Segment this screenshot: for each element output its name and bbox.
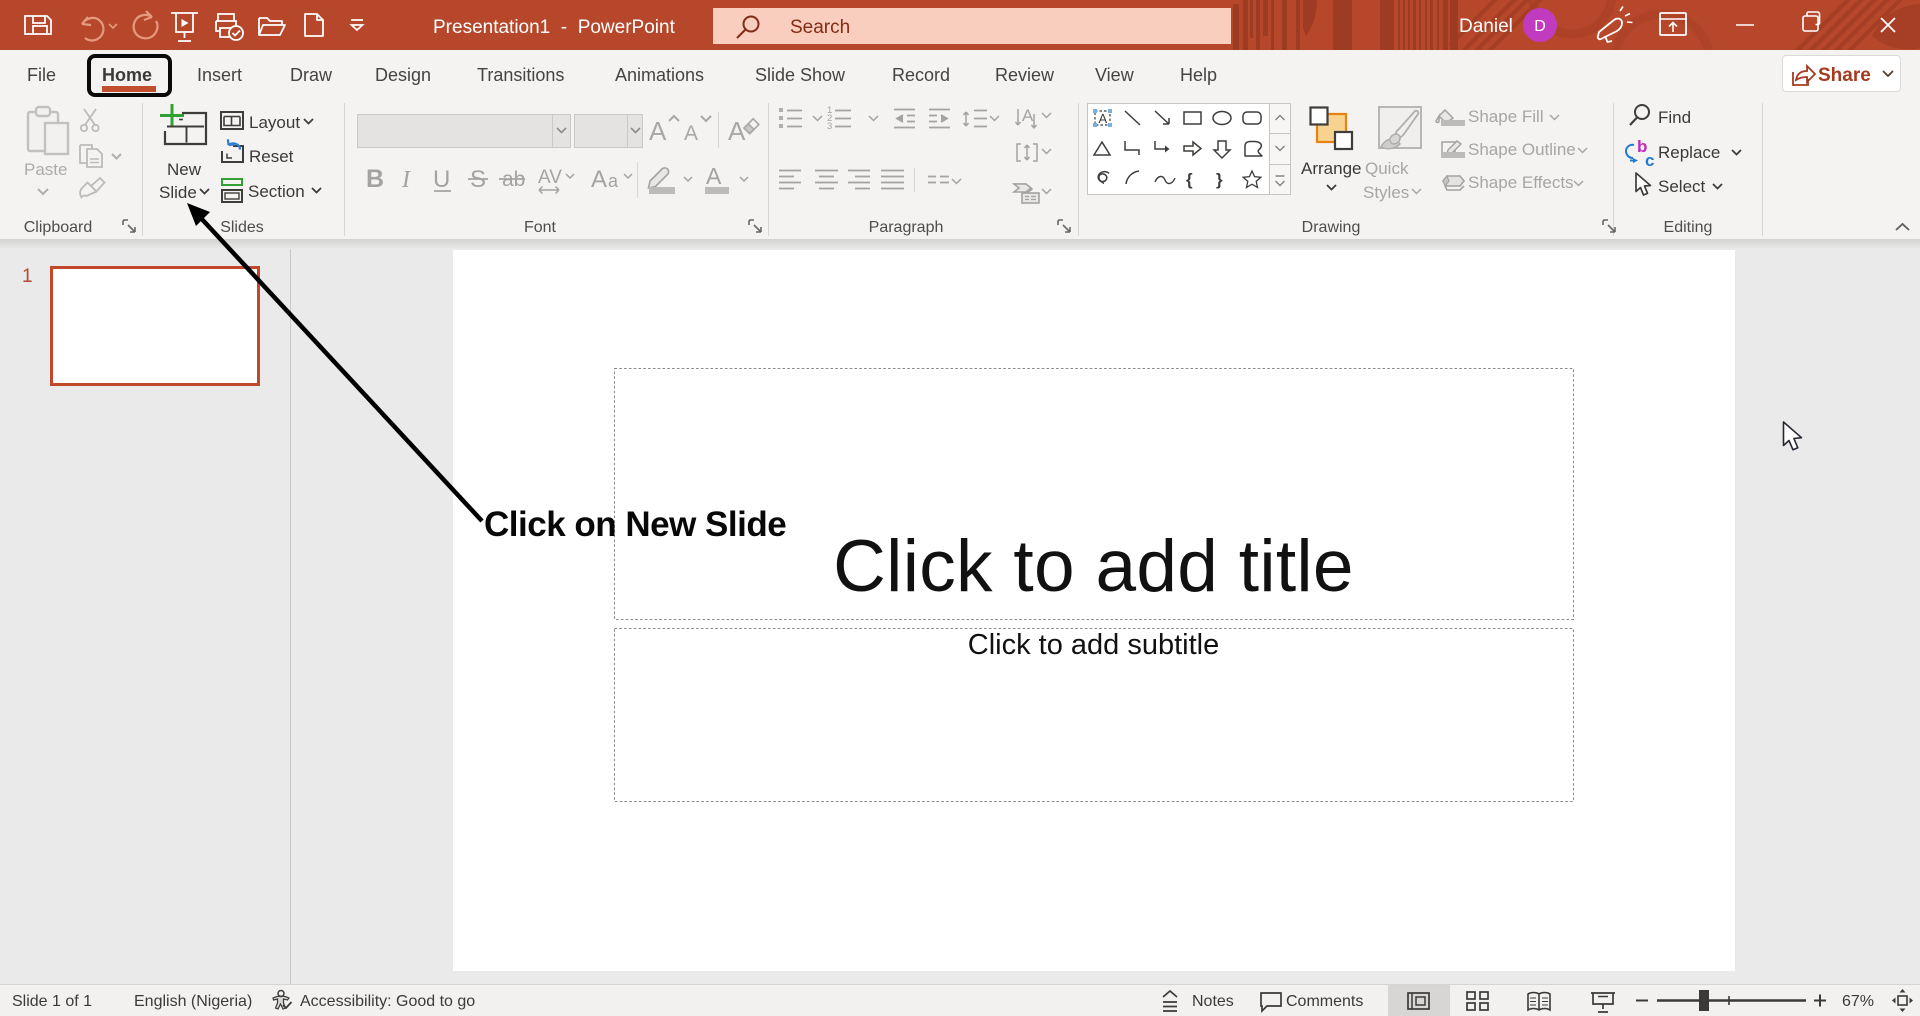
svg-text:Slide: Slide <box>159 183 197 202</box>
svg-text:Select: Select <box>1658 177 1706 196</box>
svg-text:Find: Find <box>1658 108 1691 127</box>
svg-text:Share: Share <box>1818 65 1871 86</box>
svg-text:English (Nigeria): English (Nigeria) <box>134 993 252 1010</box>
svg-text:A: A <box>728 116 746 146</box>
svg-text:Shape Outline: Shape Outline <box>1468 140 1576 159</box>
svg-text:Paste: Paste <box>24 160 67 179</box>
svg-text:Reset: Reset <box>249 147 294 166</box>
svg-text:B: B <box>366 165 384 193</box>
svg-text:A: A <box>1099 111 1108 126</box>
svg-text:Daniel: Daniel <box>1459 16 1513 37</box>
svg-text:A: A <box>649 116 667 146</box>
svg-text:Quick: Quick <box>1365 159 1409 178</box>
svg-text:Search: Search <box>790 17 850 38</box>
svg-text:c: c <box>1645 151 1654 170</box>
svg-text:Shape Effects: Shape Effects <box>1468 173 1574 192</box>
svg-text:A: A <box>684 122 698 145</box>
svg-text:A: A <box>1022 106 1034 125</box>
svg-text:Section: Section <box>248 182 305 201</box>
svg-text:67%: 67% <box>1842 993 1874 1010</box>
svg-text:}: } <box>1216 170 1223 189</box>
svg-text:Presentation1 - PowerPoint: Presentation1 - PowerPoint <box>433 17 676 38</box>
svg-text:New: New <box>167 160 202 179</box>
svg-text:A: A <box>591 166 607 193</box>
svg-text:{: { <box>1186 170 1193 189</box>
svg-text:U: U <box>433 166 450 193</box>
svg-text:Layout: Layout <box>249 113 300 132</box>
svg-text:Shape Fill: Shape Fill <box>1468 107 1544 126</box>
svg-text:Replace: Replace <box>1658 143 1720 162</box>
svg-text:I: I <box>401 167 411 193</box>
svg-text:Comments: Comments <box>1286 993 1363 1010</box>
svg-text:Notes: Notes <box>1192 993 1234 1010</box>
svg-text:a: a <box>608 171 619 191</box>
svg-text:Accessibility: Good to go: Accessibility: Good to go <box>300 993 475 1010</box>
svg-text:Styles: Styles <box>1363 183 1409 202</box>
svg-text:Slide 1 of 1: Slide 1 of 1 <box>12 993 92 1010</box>
svg-text:A: A <box>706 163 722 189</box>
svg-text:AV: AV <box>538 167 562 188</box>
svg-text:3: 3 <box>827 121 832 132</box>
svg-text:Arrange: Arrange <box>1301 159 1361 178</box>
svg-text:D: D <box>1534 18 1546 35</box>
